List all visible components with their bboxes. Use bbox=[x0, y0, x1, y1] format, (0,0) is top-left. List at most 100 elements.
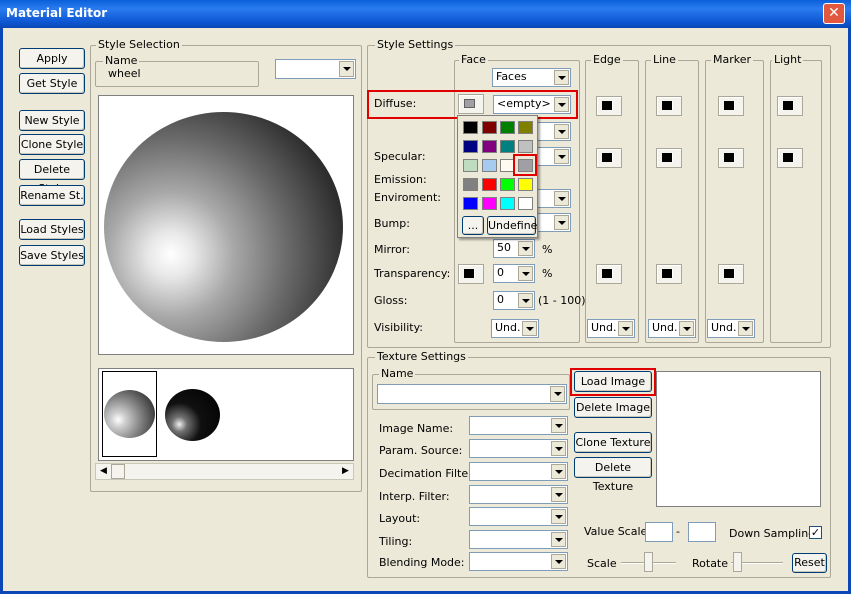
value-scale-max-input[interactable] bbox=[688, 522, 716, 542]
image-name-dropdown[interactable] bbox=[469, 416, 568, 435]
clone-texture-button[interactable]: Clone Texture bbox=[574, 432, 652, 453]
scroll-left-icon[interactable]: ◀ bbox=[96, 464, 111, 479]
apply-button[interactable]: Apply bbox=[19, 48, 85, 69]
thumb-sphere-2[interactable] bbox=[165, 389, 220, 441]
chevron-down-icon[interactable] bbox=[554, 70, 569, 85]
marker-specular-color-button[interactable] bbox=[718, 148, 744, 168]
palette-color[interactable] bbox=[463, 197, 478, 210]
style-thumbnails[interactable] bbox=[98, 368, 354, 461]
chevron-down-icon[interactable] bbox=[554, 149, 569, 164]
chevron-down-icon[interactable] bbox=[551, 554, 566, 569]
palette-color[interactable] bbox=[463, 159, 478, 172]
interp-filter-dropdown[interactable] bbox=[469, 485, 568, 504]
marker-visibility-dropdown[interactable]: Und. bbox=[707, 319, 755, 338]
palette-color[interactable] bbox=[518, 121, 533, 134]
thumbnail-selected[interactable] bbox=[102, 371, 157, 457]
texture-name-dropdown[interactable] bbox=[377, 384, 567, 404]
more-colors-button[interactable]: ... bbox=[462, 216, 484, 235]
gloss-dropdown[interactable]: 0 bbox=[493, 291, 535, 310]
get-style-button[interactable]: Get Style bbox=[19, 73, 85, 94]
line-diffuse-color-button[interactable] bbox=[656, 96, 682, 116]
down-sampling-checkbox[interactable]: ✓ bbox=[809, 526, 822, 539]
light-specular-color-button[interactable] bbox=[777, 148, 803, 168]
palette-color[interactable] bbox=[500, 197, 515, 210]
name-label: Name bbox=[103, 54, 140, 67]
delete-style-button[interactable]: Delete Style bbox=[19, 159, 85, 195]
edge-specular-color-button[interactable] bbox=[596, 148, 622, 168]
tiling-dropdown[interactable] bbox=[469, 530, 568, 549]
palette-color[interactable] bbox=[518, 197, 533, 210]
face-visibility-dropdown[interactable]: Und. bbox=[491, 319, 539, 338]
palette-color[interactable] bbox=[482, 197, 497, 210]
palette-color[interactable] bbox=[500, 140, 515, 153]
emission-label: Emission: bbox=[374, 173, 427, 186]
blending-mode-dropdown[interactable] bbox=[469, 552, 568, 571]
chevron-down-icon[interactable] bbox=[339, 61, 354, 77]
chevron-down-icon[interactable] bbox=[551, 464, 566, 479]
decimation-filter-dropdown[interactable] bbox=[469, 462, 568, 481]
palette-color[interactable] bbox=[482, 159, 497, 172]
marker-diffuse-color-button[interactable] bbox=[718, 96, 744, 116]
clone-style-button[interactable]: Clone Style bbox=[19, 134, 85, 155]
palette-color[interactable] bbox=[482, 140, 497, 153]
line-visibility-dropdown[interactable]: Und. bbox=[648, 319, 696, 338]
texture-name-label: Name bbox=[379, 367, 416, 380]
color-swatch bbox=[662, 101, 673, 110]
delete-texture-button[interactable]: Delete Texture bbox=[574, 457, 652, 493]
chevron-down-icon[interactable] bbox=[551, 418, 566, 433]
mirror-dropdown[interactable]: 50 bbox=[493, 239, 535, 258]
line-transparency-color-button[interactable] bbox=[656, 264, 682, 284]
chevron-down-icon[interactable] bbox=[551, 441, 566, 456]
transparency-dropdown[interactable]: 0 bbox=[493, 264, 535, 283]
palette-color[interactable] bbox=[463, 140, 478, 153]
delete-image-button[interactable]: Delete Image bbox=[574, 397, 652, 418]
light-diffuse-color-button[interactable] bbox=[777, 96, 803, 116]
palette-color[interactable] bbox=[518, 178, 533, 191]
chevron-down-icon[interactable] bbox=[554, 124, 569, 139]
edge-transparency-color-button[interactable] bbox=[596, 264, 622, 284]
new-style-button[interactable]: New Style bbox=[19, 110, 85, 131]
chevron-down-icon[interactable] bbox=[522, 321, 537, 336]
chevron-down-icon[interactable] bbox=[551, 509, 566, 524]
palette-color[interactable] bbox=[500, 178, 515, 191]
palette-color[interactable] bbox=[463, 121, 478, 134]
edge-diffuse-color-button[interactable] bbox=[596, 96, 622, 116]
rotate-slider-thumb[interactable] bbox=[733, 552, 742, 572]
chevron-down-icon[interactable] bbox=[550, 386, 565, 402]
faces-dropdown[interactable]: Faces bbox=[492, 68, 571, 87]
chevron-down-icon[interactable] bbox=[518, 293, 533, 308]
scroll-right-icon[interactable]: ▶ bbox=[338, 464, 353, 479]
color-palette-popup[interactable]: ... Undefine bbox=[457, 115, 538, 238]
chevron-down-icon[interactable] bbox=[551, 532, 566, 547]
close-button[interactable]: ✕ bbox=[823, 3, 845, 24]
layout-dropdown[interactable] bbox=[469, 507, 568, 526]
palette-color[interactable] bbox=[518, 140, 533, 153]
scale-slider-thumb[interactable] bbox=[644, 552, 653, 572]
chevron-down-icon[interactable] bbox=[679, 321, 694, 336]
undefine-button[interactable]: Undefine bbox=[487, 216, 537, 235]
edge-visibility-dropdown[interactable]: Und. bbox=[587, 319, 635, 338]
chevron-down-icon[interactable] bbox=[554, 191, 569, 206]
chevron-down-icon[interactable] bbox=[738, 321, 753, 336]
load-styles-button[interactable]: Load Styles bbox=[19, 219, 85, 240]
chevron-down-icon[interactable] bbox=[618, 321, 633, 336]
marker-transparency-color-button[interactable] bbox=[718, 264, 744, 284]
thumbnail-scrollbar[interactable]: ◀ ▶ bbox=[95, 463, 354, 480]
style-dropdown[interactable] bbox=[275, 59, 356, 79]
line-specular-color-button[interactable] bbox=[656, 148, 682, 168]
transparency-color-button[interactable] bbox=[458, 264, 484, 284]
reset-button[interactable]: Reset bbox=[792, 553, 827, 573]
palette-color[interactable] bbox=[482, 121, 497, 134]
palette-color[interactable] bbox=[500, 121, 515, 134]
param-source-dropdown[interactable] bbox=[469, 439, 568, 458]
chevron-down-icon[interactable] bbox=[551, 487, 566, 502]
rename-style-button[interactable]: Rename St. bbox=[19, 185, 85, 206]
save-styles-button[interactable]: Save Styles bbox=[19, 245, 85, 266]
palette-color[interactable] bbox=[482, 178, 497, 191]
scroll-thumb[interactable] bbox=[111, 464, 125, 479]
palette-color[interactable] bbox=[463, 178, 478, 191]
value-scale-min-input[interactable] bbox=[645, 522, 673, 542]
chevron-down-icon[interactable] bbox=[518, 266, 533, 281]
chevron-down-icon[interactable] bbox=[554, 215, 569, 230]
chevron-down-icon[interactable] bbox=[518, 241, 533, 256]
